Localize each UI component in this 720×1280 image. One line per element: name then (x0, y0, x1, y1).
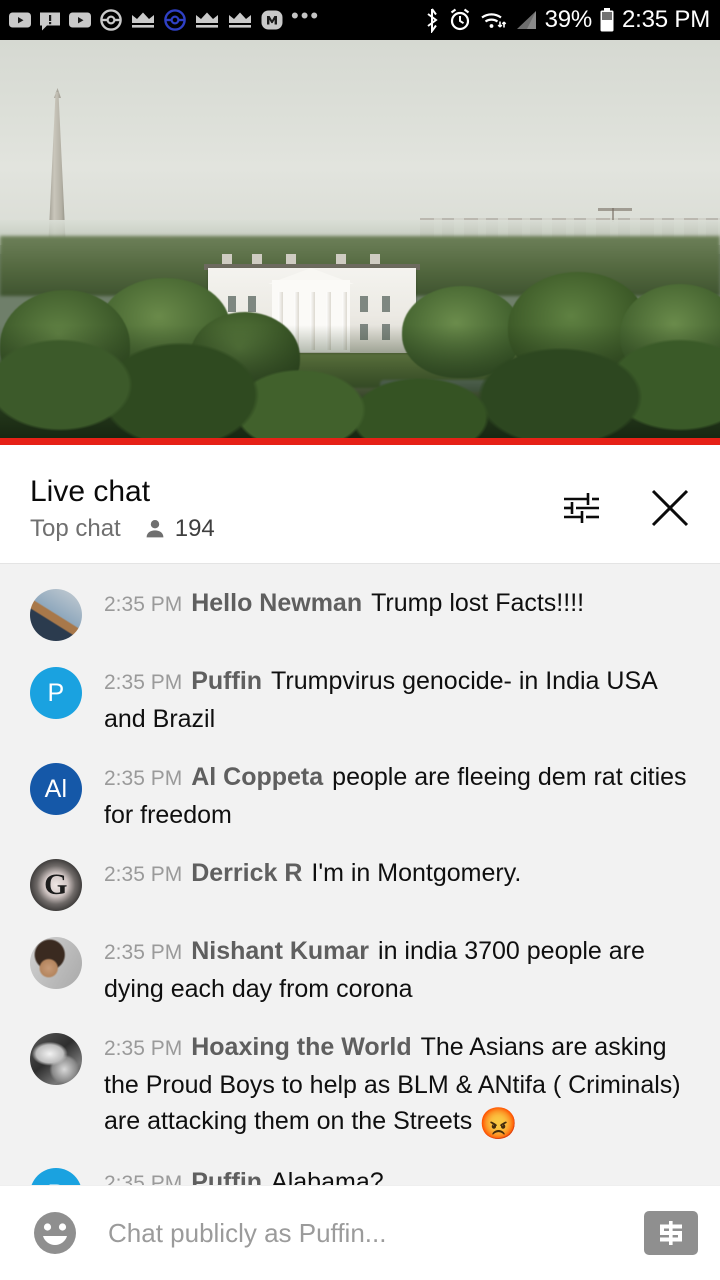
pokeball-blue-icon (163, 8, 187, 32)
avatar[interactable] (30, 589, 82, 641)
message-text: Trumpvirus genocide- in India USA and Br… (104, 667, 657, 733)
youtube-notification-icon (8, 8, 32, 32)
phone-screen: ••• 39% 2:35 PM Live chat Top chat 194 2… (0, 0, 720, 1280)
chat-input-bar (0, 1185, 720, 1280)
chat-input[interactable] (108, 1217, 634, 1249)
status-bar-clock: 2:35 PM (622, 6, 710, 33)
live-chat-header: Live chat Top chat 194 (0, 452, 720, 564)
message-timestamp: 2:35 PM (104, 671, 183, 694)
wifi-icon (479, 8, 507, 32)
battery-percent: 39% (544, 6, 593, 33)
avatar[interactable] (30, 859, 82, 911)
emoji-smiley-icon[interactable] (28, 1206, 82, 1260)
avatar[interactable]: P (30, 667, 82, 719)
avatar[interactable] (30, 1033, 82, 1085)
message-author[interactable]: Puffin (191, 667, 262, 695)
message-text: Alabama? (271, 1168, 384, 1185)
chat-message-body: 2:35 PM Al Coppeta people are fleeing dem … (104, 755, 696, 833)
avatar-initials: P (47, 678, 65, 707)
chat-message-body: 2:35 PM Derrick R I'm in Montgomery. (104, 851, 696, 893)
cellular-signal-icon (514, 8, 538, 32)
crown-icon-2 (194, 9, 220, 31)
status-bar: ••• 39% 2:35 PM (0, 0, 720, 40)
chat-message-body: 2:35 PM Hello Newman Trump lost Facts!!!! (104, 581, 696, 623)
avatar[interactable]: P (30, 1168, 82, 1185)
chat-message[interactable]: 2:35 PM Derrick R I'm in Montgomery. (0, 842, 720, 920)
person-icon (143, 517, 167, 541)
chat-mode-label[interactable]: Top chat (30, 515, 121, 543)
message-author[interactable]: Puffin (191, 1168, 262, 1185)
live-video-player[interactable] (0, 40, 720, 445)
chat-message-body: 2:35 PM Nishant Kumar in india 3700 people… (104, 929, 696, 1007)
message-author[interactable]: Al Coppeta (191, 763, 323, 791)
battery-icon (599, 7, 615, 33)
close-icon[interactable] (646, 484, 694, 532)
page-title: Live chat (30, 474, 151, 508)
chat-message-body: 2:35 PM Puffin Alabama? (104, 1160, 696, 1185)
chat-header-actions (556, 484, 694, 532)
message-timestamp: 2:35 PM (104, 593, 183, 616)
crown-icon (130, 9, 156, 31)
crown-icon-3 (227, 9, 253, 31)
live-chat-message-list[interactable]: 2:35 PM Hello Newman Trump lost Facts!!!! … (0, 564, 720, 1185)
message-timestamp: 2:35 PM (104, 863, 183, 886)
bluetooth-icon (423, 7, 441, 33)
chat-message[interactable]: P 2:35 PM Puffin Alabama? (0, 1151, 720, 1185)
status-bar-system-icons: 39% 2:35 PM (423, 6, 710, 34)
avatar-initials: Al (44, 774, 68, 803)
message-author[interactable]: Derrick R (191, 859, 302, 887)
video-progress-bar[interactable] (0, 438, 720, 445)
foreground-trees (0, 325, 720, 445)
pokeball-icon (99, 8, 123, 32)
live-chat-header-titles: Live chat Top chat 194 (30, 473, 556, 543)
message-timestamp: 2:35 PM (104, 1172, 183, 1185)
message-timestamp: 2:35 PM (104, 1037, 183, 1060)
chat-message[interactable]: 2:35 PM Nishant Kumar in india 3700 people… (0, 920, 720, 1016)
message-timestamp: 2:35 PM (104, 767, 183, 790)
chat-message[interactable]: Al 2:35 PM Al Coppeta people are fleeing d… (0, 746, 720, 842)
avatar[interactable]: Al (30, 763, 82, 815)
message-author[interactable]: Hoaxing the World (191, 1033, 411, 1061)
video-progress-fill (0, 438, 720, 445)
message-author[interactable]: Nishant Kumar (191, 937, 369, 965)
message-author[interactable]: Hello Newman (191, 589, 362, 617)
avatar[interactable] (30, 937, 82, 989)
chat-message[interactable]: 2:35 PM Hoaxing the World The Asians are a… (0, 1016, 720, 1151)
chat-settings-sliders-icon[interactable] (556, 484, 604, 532)
message-text: Trump lost Facts!!!! (371, 589, 585, 617)
alarm-icon (448, 7, 472, 33)
message-alert-icon (39, 8, 61, 32)
m-badge-icon (260, 8, 284, 32)
status-overflow-dots: ••• (291, 3, 321, 28)
message-text: I'm in Montgomery. (311, 859, 522, 887)
angry-face-emoji: 😡 (479, 1106, 518, 1141)
viewer-count: 194 (174, 514, 215, 542)
chat-subheader: Top chat 194 (30, 515, 556, 543)
message-timestamp: 2:35 PM (104, 941, 183, 964)
chat-message[interactable]: P 2:35 PM Puffin Trumpvirus genocide- in I… (0, 650, 720, 746)
chat-message[interactable]: 2:35 PM Hello Newman Trump lost Facts!!!! (0, 572, 720, 650)
super-chat-dollar-icon[interactable] (644, 1211, 698, 1255)
status-bar-notification-icons: ••• (8, 3, 423, 32)
message-text: in india 3700 people are dying each day … (104, 937, 645, 1003)
construction-crane (598, 208, 632, 211)
chat-message-body: 2:35 PM Hoaxing the World The Asians are a… (104, 1025, 696, 1142)
youtube-notification-icon-2 (68, 8, 92, 32)
chat-message-body: 2:35 PM Puffin Trumpvirus genocide- in Ind… (104, 659, 696, 737)
